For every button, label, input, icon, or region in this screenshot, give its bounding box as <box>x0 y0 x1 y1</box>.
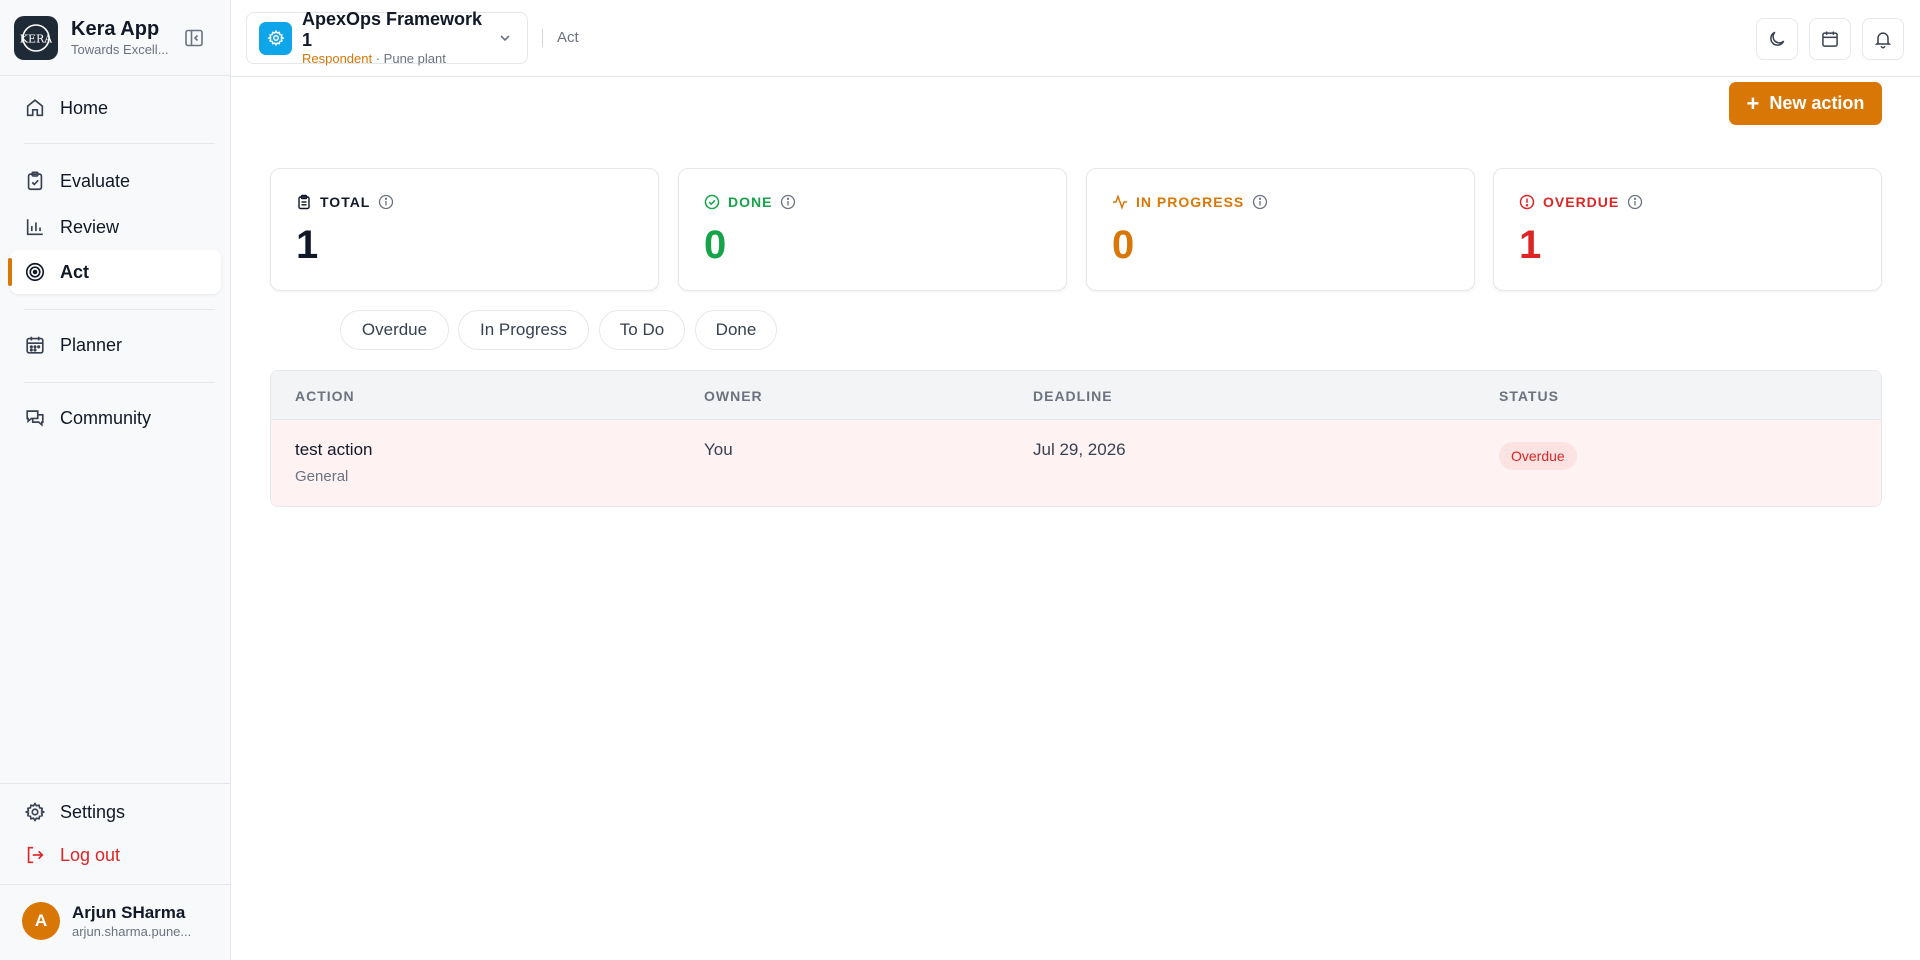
calendar-icon <box>26 336 44 354</box>
sidebar-item-community[interactable]: Community <box>10 396 221 440</box>
nav-divider <box>24 382 215 383</box>
kera-logo-icon: KERA <box>14 15 58 60</box>
info-icon[interactable] <box>780 194 796 210</box>
user-profile[interactable]: A Arjun SHarma arjun.sharma.pune... <box>22 902 191 940</box>
stat-value: 1 <box>296 223 319 267</box>
logout-label: Log out <box>60 844 121 865</box>
stat-label: TOTAL <box>320 194 371 210</box>
sidebar-item-label: Community <box>60 407 152 428</box>
filter-in-progress[interactable]: In Progress <box>458 310 589 350</box>
app-tagline: Towards Excell... <box>71 41 169 57</box>
stat-value: 0 <box>1112 223 1135 267</box>
app-name: Kera App <box>71 17 160 40</box>
nav-divider <box>24 143 215 144</box>
brand: KERA Kera App Towards Excell... <box>0 0 230 76</box>
status-badge: Overdue <box>1499 442 1577 470</box>
sidebar-item-act[interactable]: Act <box>8 250 221 294</box>
check-circle-icon <box>704 194 720 210</box>
calendar-icon <box>1822 31 1838 47</box>
column-header-owner[interactable]: OWNER <box>704 388 763 404</box>
sidebar: KERA Kera App Towards Excell... Home Eva… <box>0 0 231 960</box>
action-owner: You <box>704 440 733 459</box>
org-name: ApexOps Framework 1 <box>302 9 483 50</box>
sidebar-item-label: Review <box>60 216 120 237</box>
table-header: ACTION OWNER DEADLINE STATUS <box>271 371 1881 420</box>
top-bar: ApexOps Framework 1 Respondent · Pune pl… <box>231 0 1920 77</box>
action-deadline: Jul 29, 2026 <box>1033 440 1126 459</box>
filter-to-do[interactable]: To Do <box>599 310 685 350</box>
breadcrumb-divider <box>542 29 543 47</box>
notifications-button[interactable] <box>1862 18 1904 60</box>
sidebar-item-planner[interactable]: Planner <box>10 323 221 367</box>
gear-icon <box>24 802 46 822</box>
column-header-status[interactable]: STATUS <box>1499 388 1559 404</box>
nav-divider <box>24 309 215 310</box>
action-title[interactable]: test action <box>295 440 373 460</box>
home-icon <box>26 99 44 117</box>
info-icon[interactable] <box>1252 194 1268 210</box>
clipboard-check-icon <box>27 171 43 191</box>
bell-icon <box>1874 32 1892 49</box>
stat-label: OVERDUE <box>1543 194 1620 210</box>
column-header-action[interactable]: ACTION <box>295 388 355 404</box>
org-site: · Pune plant <box>372 51 446 66</box>
breadcrumb: Act <box>557 29 579 46</box>
filter-overdue[interactable]: Overdue <box>340 310 449 350</box>
sidebar-item-review[interactable]: Review <box>10 205 221 249</box>
sidebar-divider <box>0 884 231 885</box>
sidebar-divider <box>0 783 231 784</box>
moon-icon <box>1770 31 1785 46</box>
calendar-button[interactable] <box>1809 18 1851 60</box>
column-header-deadline[interactable]: DEADLINE <box>1033 388 1113 404</box>
stat-label: IN PROGRESS <box>1136 194 1245 210</box>
chevron-down-icon <box>500 35 510 42</box>
new-action-label: New action <box>1769 93 1865 113</box>
svg-text:KERA: KERA <box>20 32 52 45</box>
stat-value: 0 <box>704 223 727 267</box>
org-selector[interactable]: ApexOps Framework 1 Respondent · Pune pl… <box>246 9 528 67</box>
sidebar-item-home[interactable]: Home <box>10 86 221 130</box>
action-category: General <box>295 468 349 485</box>
gear-icon <box>259 21 292 55</box>
logout-button[interactable]: Log out <box>10 833 221 877</box>
sidebar-item-label: Home <box>60 97 109 118</box>
stat-card-overdue: OVERDUE 1 <box>1493 168 1882 291</box>
filter-done[interactable]: Done <box>695 310 777 350</box>
target-icon <box>25 262 45 282</box>
user-name: Arjun SHarma <box>72 902 186 922</box>
sidebar-item-label: Planner <box>60 334 123 355</box>
org-role: Respondent <box>302 51 373 66</box>
settings-button[interactable]: Settings <box>10 790 221 834</box>
theme-toggle-button[interactable] <box>1756 18 1798 60</box>
bar-chart-icon <box>26 219 43 236</box>
sidebar-item-evaluate[interactable]: Evaluate <box>10 159 221 203</box>
new-action-button[interactable]: + New action <box>1729 82 1882 125</box>
collapse-sidebar-icon[interactable] <box>180 24 208 52</box>
info-icon[interactable] <box>1627 194 1643 210</box>
stat-label: DONE <box>728 194 773 210</box>
stat-card-in-progress: IN PROGRESS 0 <box>1086 168 1475 291</box>
clipboard-icon <box>298 194 310 210</box>
plus-icon: + <box>1746 90 1760 116</box>
logout-icon <box>27 846 44 864</box>
settings-label: Settings <box>60 801 126 822</box>
stat-card-total: TOTAL 1 <box>270 168 659 291</box>
table-row[interactable]: test action General You Jul 29, 2026 Ove… <box>271 420 1881 506</box>
info-icon[interactable] <box>378 194 394 210</box>
org-meta: Respondent · Pune plant <box>302 51 497 67</box>
actions-table: ACTION OWNER DEADLINE STATUS test action… <box>270 370 1882 507</box>
alert-circle-icon <box>1519 194 1535 210</box>
user-email: arjun.sharma.pune... <box>72 923 192 939</box>
stat-card-done: DONE 0 <box>678 168 1067 291</box>
chat-icon <box>26 410 44 427</box>
avatar: A <box>22 902 60 940</box>
stat-value: 1 <box>1519 223 1542 267</box>
sidebar-item-label: Evaluate <box>60 170 131 191</box>
activity-icon <box>1113 194 1127 210</box>
sidebar-item-label: Act <box>60 261 90 282</box>
